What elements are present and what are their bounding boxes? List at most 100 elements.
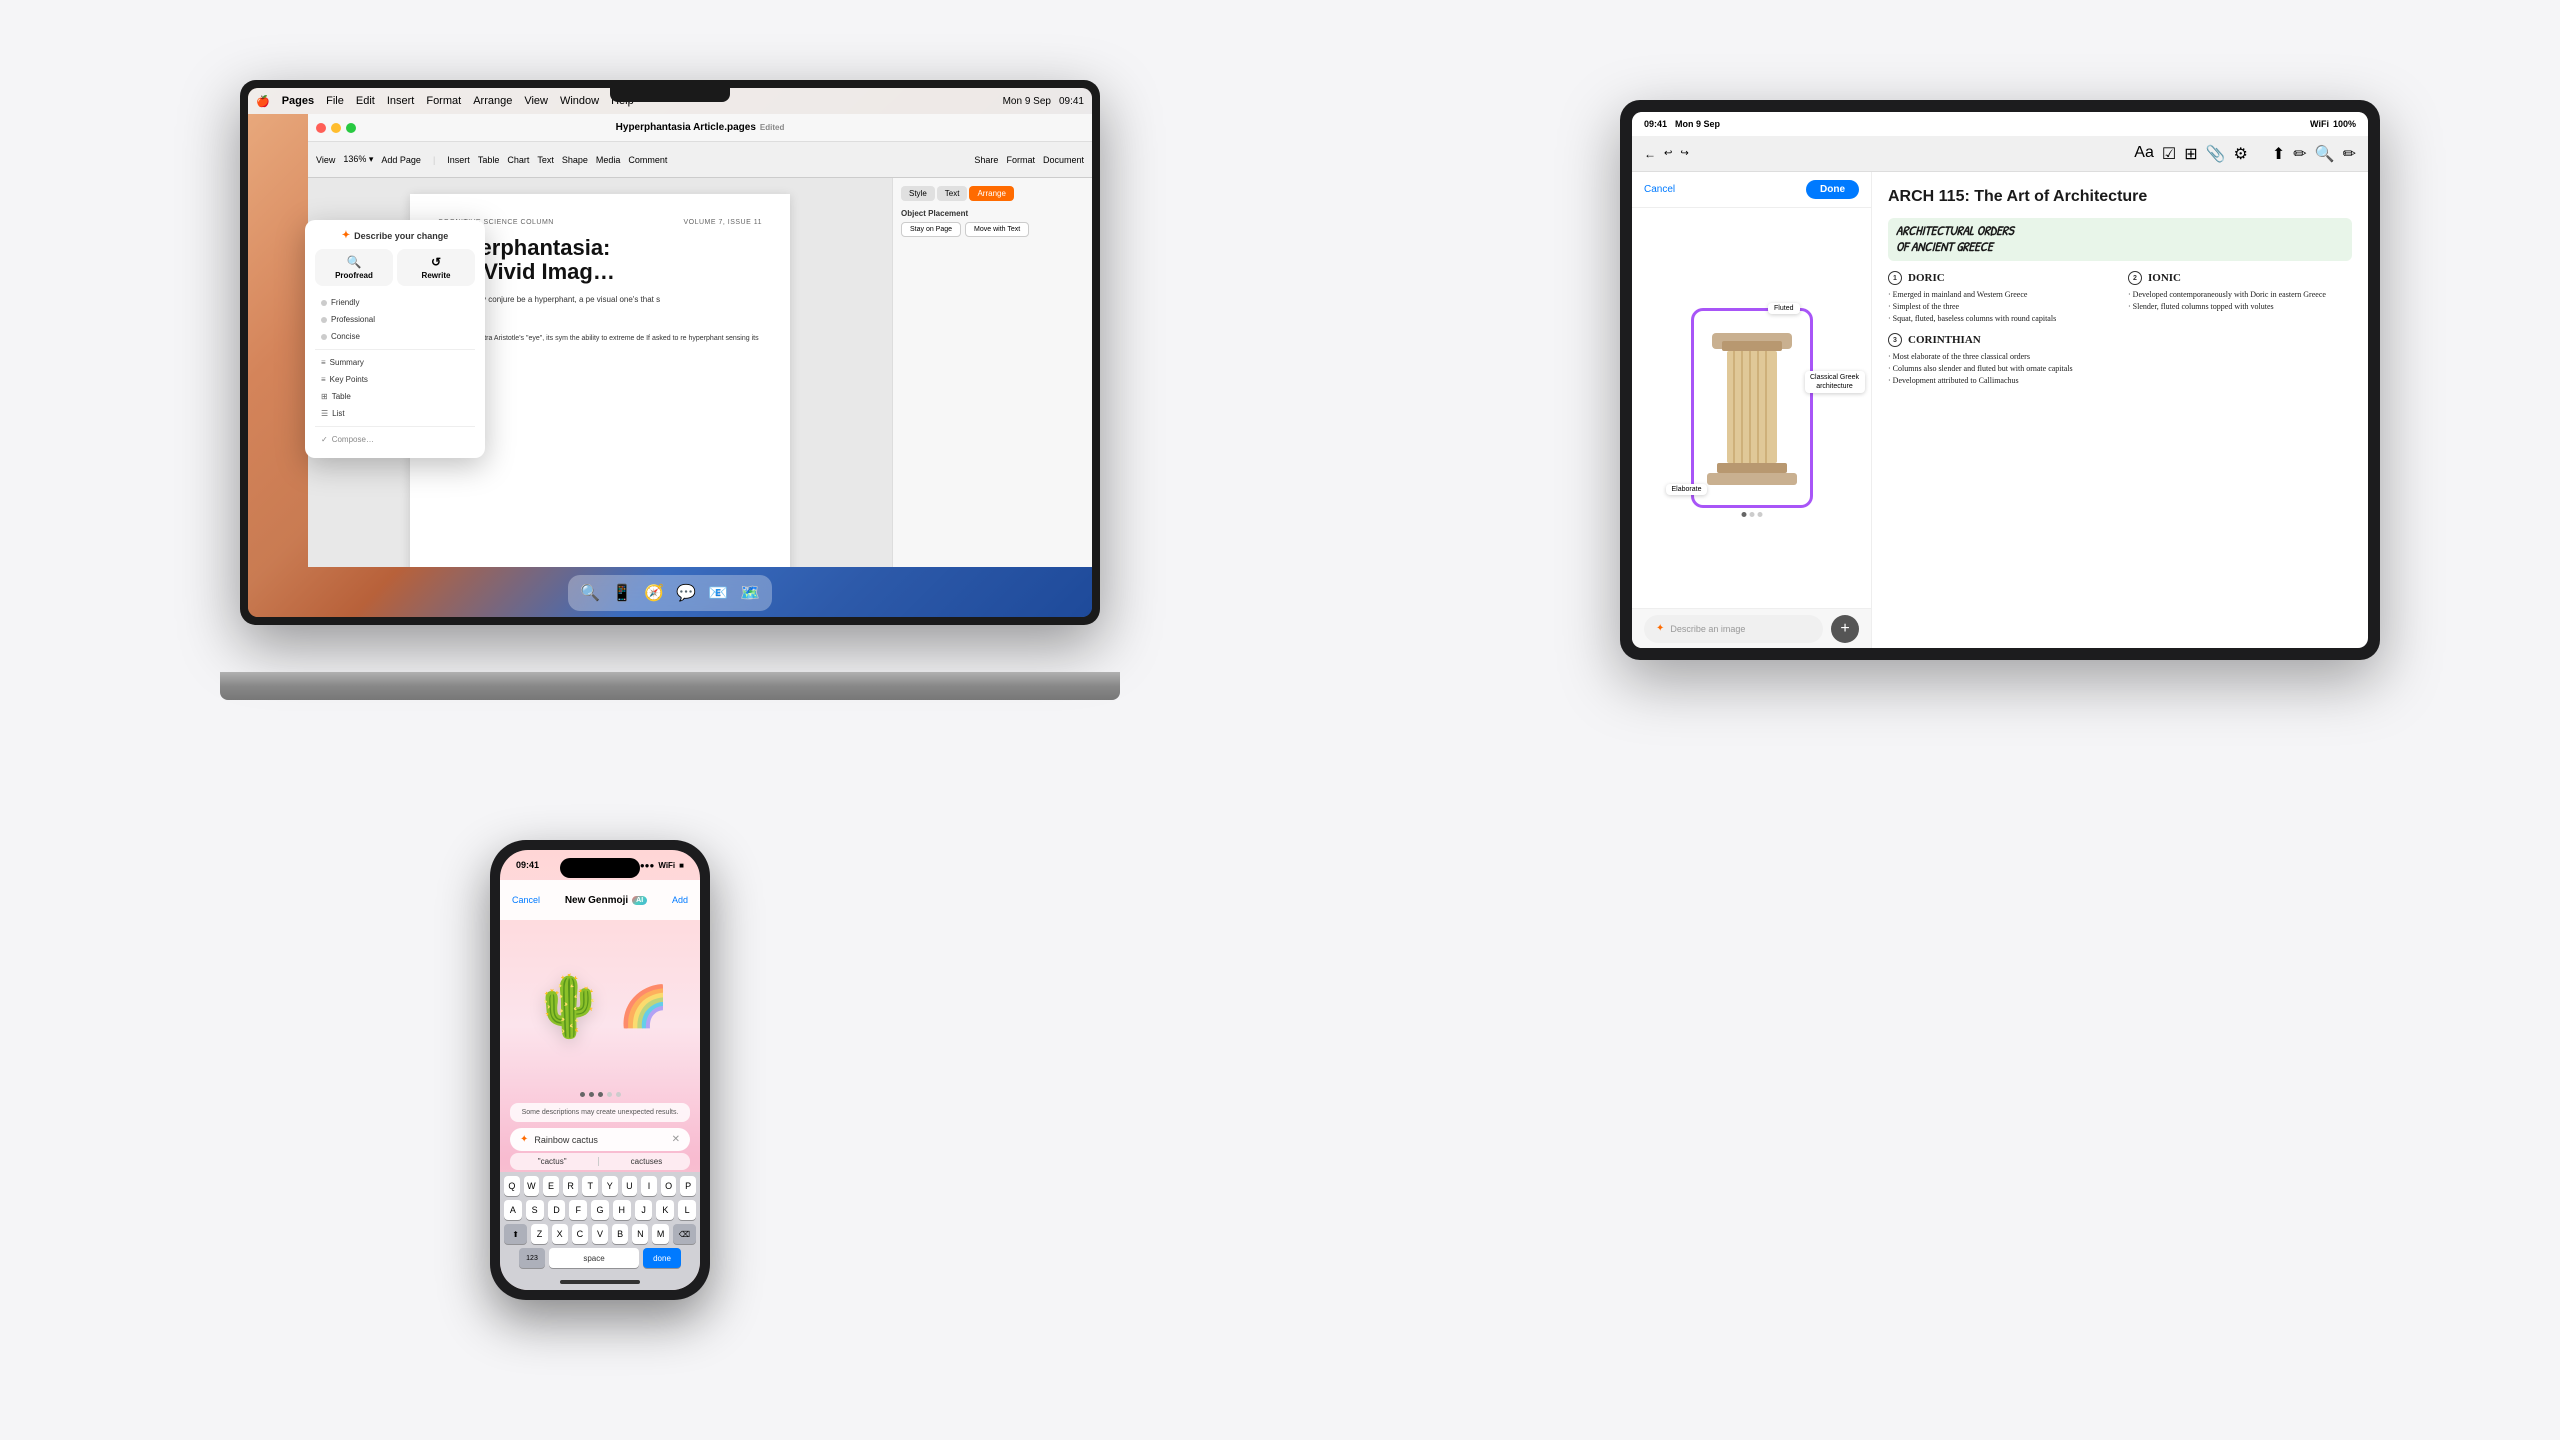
menu-view[interactable]: View [524,95,548,107]
battery-icon: ■ [679,861,684,870]
toolbar-format[interactable]: Format [1006,155,1035,165]
menu-item-table[interactable]: ⊞ Table [315,388,475,405]
compose-icon[interactable]: ✏ [2343,144,2356,164]
menu-file[interactable]: File [326,95,344,107]
close-button[interactable] [316,123,326,133]
menu-item-concise[interactable]: Concise [315,328,475,345]
menu-format[interactable]: Format [426,95,461,107]
table-icon[interactable]: ⊞ [2184,144,2197,164]
settings-icon[interactable]: ⚙ [2234,144,2248,164]
back-icon[interactable]: ← [1644,147,1656,161]
menu-item-professional[interactable]: Professional [315,311,475,328]
key-y[interactable]: Y [602,1176,618,1196]
key-f[interactable]: F [569,1200,587,1220]
toolbar-share[interactable]: Share [974,155,998,165]
ionic-body: · Developed contemporaneously with Doric… [2128,289,2352,313]
key-p[interactable]: P [680,1176,696,1196]
key-u[interactable]: U [622,1176,638,1196]
toolbar-media[interactable]: Media [596,155,621,165]
key-space[interactable]: space [549,1248,639,1268]
key-q[interactable]: Q [504,1176,520,1196]
dock-launchpad[interactable]: 📱 [608,579,636,607]
pen-icon[interactable]: ✏ [2293,144,2306,164]
toolbar-add-page[interactable]: Add Page [381,155,421,165]
key-d[interactable]: D [548,1200,566,1220]
clear-input-button[interactable]: ✕ [672,1134,680,1145]
format-icon[interactable]: Aa [2134,144,2154,164]
dock-safari[interactable]: 🧭 [640,579,668,607]
key-m[interactable]: M [652,1224,668,1244]
toolbar-text[interactable]: Text [537,155,554,165]
search-icon[interactable]: 🔍 [2315,144,2335,164]
key-z[interactable]: Z [531,1224,547,1244]
key-i[interactable]: I [641,1176,657,1196]
dock-messages[interactable]: 💬 [672,579,700,607]
key-n[interactable]: N [632,1224,648,1244]
move-with-text-btn[interactable]: Move with Text [965,222,1029,237]
ipad-done-button[interactable]: Done [1806,180,1859,199]
tab-arrange[interactable]: Arrange [969,186,1013,201]
toolbar-comment[interactable]: Comment [628,155,667,165]
key-done[interactable]: done [643,1248,681,1268]
menu-item-keypoints[interactable]: ≡ Key Points [315,371,475,388]
key-b[interactable]: B [612,1224,628,1244]
stay-on-page-btn[interactable]: Stay on Page [901,222,961,237]
key-j[interactable]: J [635,1200,653,1220]
key-c[interactable]: C [572,1224,588,1244]
key-g[interactable]: G [591,1200,609,1220]
checklist-icon[interactable]: ☑ [2162,144,2176,164]
undo-icon[interactable]: ↩ [1664,148,1672,159]
menu-item-list[interactable]: ☰ List [315,405,475,422]
iphone-add-button[interactable]: Add [672,895,688,905]
app-name[interactable]: Pages [282,95,314,107]
key-v[interactable]: V [592,1224,608,1244]
key-shift[interactable]: ⬆ [504,1224,527,1244]
dock-mail[interactable]: 📧 [704,579,732,607]
dock-maps[interactable]: 🗺️ [736,579,764,607]
menu-item-friendly[interactable]: Friendly [315,294,475,311]
toolbar-chart[interactable]: Chart [507,155,529,165]
menu-window[interactable]: Window [560,95,599,107]
menu-insert[interactable]: Insert [387,95,415,107]
fullscreen-button[interactable] [346,123,356,133]
toolbar-document[interactable]: Document [1043,155,1084,165]
ai-describe-input[interactable]: ✦ Describe an image [1644,615,1823,643]
menu-arrange[interactable]: Arrange [473,95,512,107]
suggestion-2[interactable]: cactuses [631,1157,663,1166]
key-s[interactable]: S [526,1200,544,1220]
menu-edit[interactable]: Edit [356,95,375,107]
toolbar-table[interactable]: Table [478,155,500,165]
toolbar-zoom[interactable]: 136% ▾ [343,154,373,165]
toolbar-view[interactable]: View [316,155,335,165]
key-t[interactable]: T [582,1176,598,1196]
key-a[interactable]: A [504,1200,522,1220]
compose-option[interactable]: ✓ Compose… [315,431,475,448]
tab-text[interactable]: Text [937,186,968,201]
minimize-button[interactable] [331,123,341,133]
key-l[interactable]: L [678,1200,696,1220]
key-h[interactable]: H [613,1200,631,1220]
redo-icon[interactable]: ↪ [1680,148,1688,159]
key-k[interactable]: K [656,1200,674,1220]
rewrite-button[interactable]: ↺ Rewrite [397,249,475,286]
share-icon[interactable]: ⬆ [2272,144,2285,164]
ipad-cancel-button[interactable]: Cancel [1644,184,1675,195]
key-o[interactable]: O [661,1176,677,1196]
menu-item-summary[interactable]: ≡ Summary [315,354,475,371]
toolbar-shape[interactable]: Shape [562,155,588,165]
proofread-button[interactable]: 🔍 Proofread [315,249,393,286]
dock-finder[interactable]: 🔍 [576,579,604,607]
suggestion-1[interactable]: "cactus" [538,1157,567,1166]
key-e[interactable]: E [543,1176,559,1196]
tab-style[interactable]: Style [901,186,935,201]
attachment-icon[interactable]: 📎 [2206,144,2226,164]
genmoji-input-area[interactable]: ✦ Rainbow cactus ✕ [510,1128,690,1151]
key-w[interactable]: W [524,1176,540,1196]
key-delete[interactable]: ⌫ [673,1224,696,1244]
iphone-cancel-button[interactable]: Cancel [512,895,540,905]
key-r[interactable]: R [563,1176,579,1196]
key-x[interactable]: X [552,1224,568,1244]
key-numbers[interactable]: 123 [519,1248,545,1268]
toolbar-insert[interactable]: Insert [447,155,470,165]
ai-plus-button[interactable]: + [1831,615,1859,643]
